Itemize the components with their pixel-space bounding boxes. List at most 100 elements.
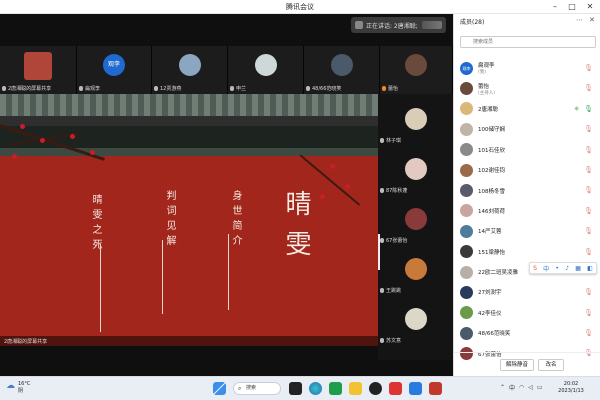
ime-mic-icon[interactable]: ♪ [565,265,569,272]
avatar [404,158,427,180]
plum-blossom [90,150,95,155]
speaking-text: 正在讲话: 2唐湘聪; [366,22,418,30]
list-item[interactable]: 42李佳仪 🎙 [454,303,600,323]
file-explorer-icon[interactable] [349,382,362,395]
shared-screen[interactable]: 晴雯 身世简介 判词见解 晴雯之死 2唐湘聪的屏幕共享 [0,94,378,346]
ime-toolbar[interactable]: S 中 • ♪ ▦ ◧ [529,262,597,274]
member-role: (主持人) [478,90,496,96]
taskbar-search-label: 搜索 [246,385,257,391]
slide-section: 身世简介 [230,190,241,250]
mic-muted-icon[interactable]: 🎙 [584,329,593,337]
ime-punct-icon[interactable]: • [555,265,559,272]
list-item[interactable]: 观李 扁观李 (我) 🎙 [454,58,600,78]
mic-icon [380,238,384,243]
member-name: 48/66范晓笑 [478,331,511,338]
ime-mode-icon[interactable]: 中 [543,264,549,273]
list-item[interactable]: 146刘荷荷 🎙 [454,201,600,221]
mic-muted-icon[interactable]: 🎙 [584,288,593,296]
edge-browser-icon[interactable] [309,382,322,395]
mic-muted-icon[interactable]: 🎙 [584,146,593,154]
excel-icon[interactable] [329,382,342,395]
member-search-input[interactable] [460,36,596,48]
wps-writer-icon[interactable] [429,382,442,395]
ime-tray-icon[interactable]: 中 [509,383,515,392]
video-tile[interactable]: 48/66范晓笑 [304,46,380,94]
member-name: 27刘澍宇 [478,290,502,297]
list-item[interactable]: 100储守娴 🎙 [454,119,600,139]
clock[interactable]: 20:02 2023/1/13 [553,381,589,395]
list-item[interactable]: 108杨冬雪 🎙 [454,180,600,200]
window-title: 腾讯会议 [286,3,314,11]
wifi-icon[interactable]: ◠ [519,384,524,391]
video-tile[interactable]: 申兰 [228,46,304,94]
tencent-meeting-icon[interactable] [409,382,422,395]
rename-button[interactable]: 改名 [538,359,564,371]
wps-icon[interactable] [389,382,402,395]
speaker-avatar-icon [355,21,363,29]
tile-label: 王跳跳 [386,288,402,294]
ime-keyboard-icon[interactable]: ▦ [575,265,581,272]
member-name: 102谢佳钧 [478,168,505,175]
mic-muted-icon[interactable]: 🎙 [584,248,593,256]
video-tile[interactable]: 蕾怡 [380,46,453,94]
more-icon[interactable]: ⋯ [576,16,583,24]
avatar [404,258,427,280]
minimize-icon[interactable]: – [548,1,562,13]
close-icon[interactable]: ✕ [583,1,597,13]
share-label-bar: 2唐湘聪的屏幕共享 [0,336,378,346]
close-panel-icon[interactable]: ✕ [589,16,595,24]
list-item[interactable]: 151梁静怡 🎙 [454,242,600,262]
tile-label: 申兰 [236,86,247,92]
speaker-icon[interactable]: ◁ [528,384,533,391]
mic-muted-icon[interactable]: 🎙 [584,207,593,215]
video-tile[interactable]: 王跳跳 [378,254,453,296]
avatar [404,208,427,230]
list-item[interactable]: 102谢佳钧 🎙 [454,160,600,180]
plum-blossom [12,154,17,159]
maximize-icon[interactable]: □ [565,1,579,13]
mic-muted-icon[interactable]: 🎙 [584,227,593,235]
mic-muted-icon[interactable]: 🎙 [584,309,593,317]
list-item[interactable]: 101石佳欣 🎙 [454,140,600,160]
mic-muted-icon[interactable]: 🎙 [584,186,593,194]
task-view-icon[interactable] [289,382,302,395]
list-item[interactable]: 14严艾蓉 🎙 [454,221,600,241]
taskbar-search[interactable]: ⌕ 搜索 [233,382,281,395]
unmute-button[interactable]: 解除静音 [500,359,534,371]
ime-skin-icon[interactable]: ◧ [587,265,593,272]
member-name: 蕾怡 [478,83,490,90]
video-tile[interactable]: 67张蕾怡 [378,204,453,246]
list-item[interactable]: 27刘澍宇 🎙 [454,282,600,302]
weather-widget[interactable]: ☁ 16°C 阴 [6,381,30,395]
chevron-up-icon[interactable]: ⌃ [500,384,505,391]
qq-icon[interactable] [369,382,382,395]
mic-active-icon[interactable]: 🎙 [584,105,593,113]
video-tile[interactable]: 观李 扁观李 [77,46,152,94]
windows-start-icon[interactable] [213,382,226,395]
plum-blossom [40,138,45,143]
shield-icon: ◆ [574,104,579,112]
mic-muted-icon[interactable]: 🎙 [584,84,593,92]
member-name: 2唐湘聪 [478,106,498,113]
video-tile[interactable]: 87陈秋蓬 [378,154,453,196]
mic-icon [154,86,158,91]
mic-muted-icon[interactable]: 🎙 [584,125,593,133]
tile-thumbnail [24,52,52,80]
video-tile[interactable]: 2唐湘聪的屏幕共享 [0,46,77,94]
video-tile[interactable]: 林子琪 [378,104,453,146]
mic-muted-icon[interactable]: 🎙 [584,166,593,174]
list-item[interactable]: 蕾怡 (主持人) 🎙 [454,78,600,98]
member-name: 146刘荷荷 [478,208,505,215]
taskbar-apps: ⌕ 搜索 [213,382,449,395]
tile-label: 12贾游燕 [160,86,182,92]
list-item[interactable]: 2唐湘聪 ◆ 🎙 [454,99,600,119]
video-tile[interactable]: 12贾游燕 [152,46,228,94]
avatar [460,245,473,259]
battery-icon[interactable]: ▭ [537,384,543,391]
member-name: 100储守娴 [478,127,505,134]
list-item[interactable]: 48/66范晓笑 🎙 [454,323,600,343]
video-tile[interactable]: 苏文意 [378,304,453,346]
taskbar: ☁ 16°C 阴 ⌕ 搜索 ⌃ 中 ◠ ◁ ▭ 20:02 2023/1/13 [0,376,600,400]
member-list: 观李 扁观李 (我) 🎙 蕾怡 (主持人) 🎙 2唐湘聪 ◆ 🎙 100储守娴 🎙 [454,58,600,364]
mic-muted-icon[interactable]: 🎙 [584,64,593,72]
